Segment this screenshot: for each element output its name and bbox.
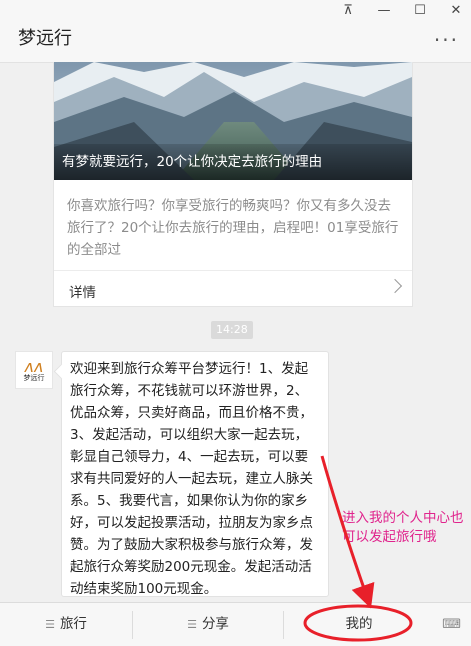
minimize-icon[interactable]: — xyxy=(377,3,391,18)
avatar-label: 梦远行 xyxy=(23,374,45,382)
menu-tab-label: 我的 xyxy=(345,616,373,632)
pin-icon[interactable]: ⊼ xyxy=(341,3,355,18)
more-dots-icon[interactable]: ··· xyxy=(434,28,459,52)
app-title: 梦远行 xyxy=(18,28,72,49)
article-caption: 有梦就要远行，20个让你决定去旅行的理由 xyxy=(54,144,412,180)
message-bubble: 欢迎来到旅行众筹平台梦远行！1、发起旅行众筹，不花钱就可以环游世界，2、优品众筹… xyxy=(61,351,329,597)
maximize-icon[interactable]: ☐ xyxy=(413,3,427,18)
menu-tab-travel[interactable]: ☰ 旅行 xyxy=(0,603,132,646)
menu-tab-label: 分享 xyxy=(201,616,229,632)
title-bar: ⊼ — ☐ ✕ 梦远行 ··· xyxy=(0,0,471,63)
avatar[interactable]: ʌʌ 梦远行 xyxy=(15,351,53,389)
detail-label: 详情 xyxy=(69,285,96,301)
close-icon[interactable]: ✕ xyxy=(449,3,463,18)
keyboard-toggle-icon[interactable]: ⌨ xyxy=(442,617,461,632)
chevron-right-icon xyxy=(387,278,403,294)
menu-tab-mine[interactable]: 我的 xyxy=(284,603,434,646)
menu-tab-share[interactable]: ☰ 分享 xyxy=(133,603,283,646)
menu-list-icon: ☰ xyxy=(187,618,197,631)
article-cover-image: 有梦就要远行，20个让你决定去旅行的理由 xyxy=(54,62,412,180)
article-detail-link[interactable]: 详情 xyxy=(54,270,412,307)
annotation-text: 进入我的个人中心也可以发起旅行哦 xyxy=(342,510,464,545)
menu-tab-label: 旅行 xyxy=(59,616,87,632)
article-description: 你喜欢旅行吗？你享受旅行的畅爽吗？你又有多久没去旅行了？20个让你去旅行的理由，… xyxy=(67,198,399,258)
article-card[interactable]: 有梦就要远行，20个让你决定去旅行的理由 你喜欢旅行吗？你享受旅行的畅爽吗？你又… xyxy=(53,62,413,307)
message-timestamp: 14:28 xyxy=(211,321,253,339)
menu-list-icon: ☰ xyxy=(45,618,55,631)
bottom-menu: ☰ 旅行 ☰ 分享 我的 ⌨ xyxy=(0,602,471,646)
window-controls: ⊼ — ☐ ✕ xyxy=(341,3,463,18)
